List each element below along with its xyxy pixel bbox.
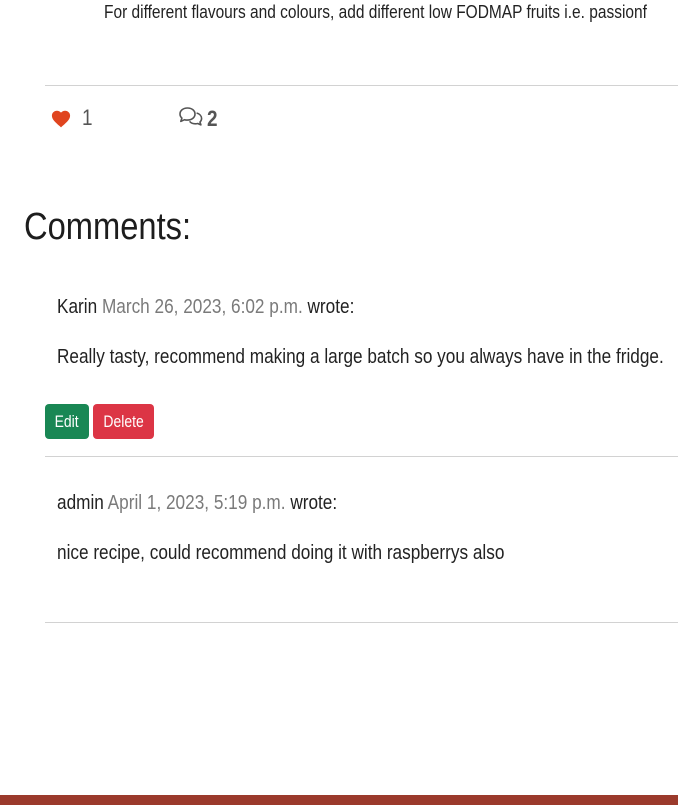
recipe-detail-page: For different flavours and colours, add … <box>0 0 678 805</box>
comment-date: March 26, 2023, 6:02 p.m. <box>101 296 303 318</box>
comment-wrote-label: wrote: <box>290 492 338 514</box>
divider <box>45 622 678 623</box>
comment-count: 2 <box>207 105 218 131</box>
like-button[interactable]: 1 <box>50 105 94 131</box>
comment-meta: admin April 1, 2023, 5:19 p.m. wrote: <box>57 492 337 515</box>
post-stats: 1 2 <box>50 105 350 139</box>
delete-button-label: Delete <box>103 411 144 431</box>
edit-comment-button[interactable]: Edit <box>45 404 89 439</box>
comment-author: admin <box>57 492 104 514</box>
divider <box>45 456 678 457</box>
comment-meta: Karin March 26, 2023, 6:02 p.m. wrote: <box>57 296 354 319</box>
comment-body: Really tasty, recommend making a large b… <box>57 346 664 368</box>
comment-date: April 1, 2023, 5:19 p.m. <box>107 492 286 514</box>
comment-wrote-label: wrote: <box>307 296 355 318</box>
edit-button-label: Edit <box>54 411 80 431</box>
comment-body: nice recipe, could recommend doing it wi… <box>57 542 505 564</box>
delete-comment-button[interactable]: Delete <box>93 404 154 439</box>
divider <box>45 85 678 86</box>
comment-author: Karin <box>57 296 98 318</box>
recipe-tip-text: For different flavours and colours, add … <box>104 2 647 22</box>
heart-icon <box>50 108 72 128</box>
footer-bar <box>0 795 678 805</box>
comments-icon <box>178 105 204 132</box>
comments-heading: Comments: <box>24 206 192 248</box>
comment-count-stat: 2 <box>178 105 219 132</box>
like-count: 1 <box>82 105 93 130</box>
